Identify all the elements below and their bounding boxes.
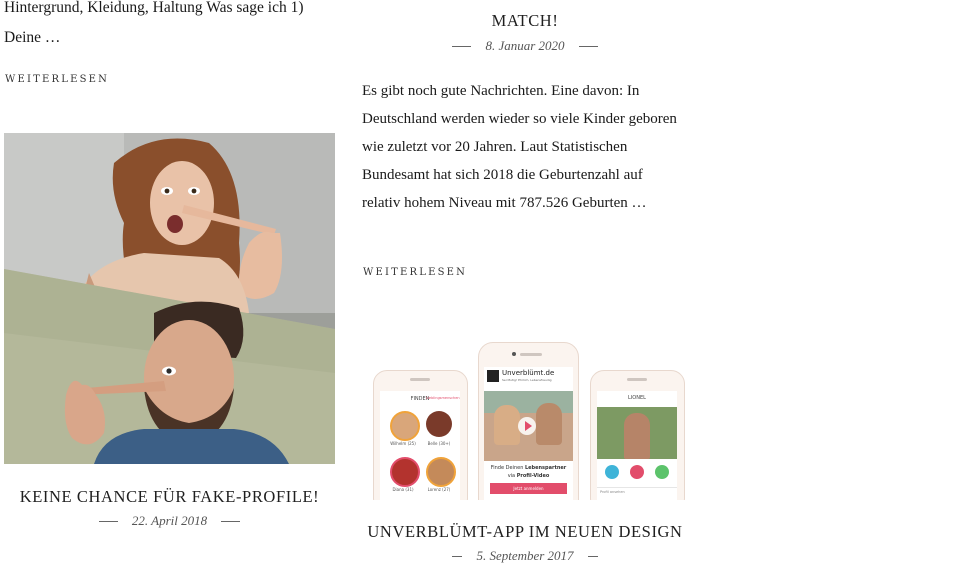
avatar (426, 457, 456, 487)
brand-name: Unverblümt.de (502, 369, 555, 377)
brand-logo-icon (487, 370, 499, 382)
caption-bold: Profil-Video (516, 473, 550, 479)
post-date-match: 8. Januar 2020 (362, 38, 688, 54)
person-shape (536, 403, 562, 445)
post-date-app-design: 5. September 2017 (362, 548, 688, 564)
post-title-app-design[interactable]: Unverblümt-App im neuen Design (362, 522, 688, 542)
pinocchio-photo (4, 133, 335, 464)
play-triangle (525, 421, 532, 431)
profile-label: Diana (31) (392, 487, 414, 492)
date-divider (98, 520, 118, 522)
dislike-icon[interactable] (630, 465, 644, 479)
date-divider (587, 555, 598, 557)
caption-text: Finde Deinen (490, 465, 524, 471)
post-excerpt-previous: Hintergrund, Kleidung, Haltung Was sage … (4, 0, 304, 46)
date-divider (452, 555, 463, 557)
phone-screen: LIONEL Profil ansehen (597, 391, 677, 500)
date-divider (452, 45, 472, 47)
phone-speaker (410, 378, 430, 381)
phone-left: FINDEN Lieblingsmenschen Wilhelm (25) Be… (373, 370, 468, 500)
phone-camera (512, 352, 516, 356)
date-text: 8. Januar 2020 (485, 38, 565, 53)
caption-text: via (507, 473, 516, 479)
phone-center: Unverblümt.de Sei Mutig! Ehrlich, Lebens… (478, 342, 579, 500)
phone-speaker (520, 353, 542, 356)
post-excerpt-match: Es gibt noch gute Nachrichten. Eine davo… (362, 83, 677, 211)
post-title-match[interactable]: MATCH! (362, 11, 688, 31)
date-divider (578, 45, 598, 47)
like-icon[interactable] (655, 465, 669, 479)
play-icon[interactable] (518, 417, 536, 435)
post-image-app-design[interactable]: FINDEN Lieblingsmenschen Wilhelm (25) Be… (362, 340, 688, 500)
post-title-fake-profile[interactable]: Keine Chance für Fake-Profile! (4, 487, 335, 507)
profile-label: Belle (30+) (427, 441, 451, 446)
video-thumbnail (484, 391, 573, 461)
profile-label: Wilhelm (25) (390, 441, 416, 446)
post-image-fake-profile[interactable] (4, 133, 335, 464)
person-shape (494, 405, 520, 445)
date-divider (221, 520, 241, 522)
brand-tagline: Sei Mutig! Ehrlich, Lebensfreudig (502, 378, 552, 382)
avatar (390, 457, 420, 487)
chat-icon[interactable] (605, 465, 619, 479)
person-shape (624, 413, 650, 459)
screen-subtext: Profil ansehen (600, 490, 625, 494)
read-more-link-match[interactable]: Weiterlesen (363, 267, 467, 278)
avatar (426, 411, 452, 437)
phone-speaker (627, 378, 647, 381)
profile-photo (597, 407, 677, 459)
screen-header: LIONEL (628, 395, 646, 401)
post-date-fake-profile: 22. April 2018 (4, 513, 335, 529)
phone-right: LIONEL Profil ansehen (590, 370, 685, 500)
signup-button[interactable]: Jetzt anmelden (490, 483, 567, 494)
profile-label: Lorenz (27) (427, 487, 451, 492)
divider (597, 487, 677, 488)
screen-tab: Lieblingsmenschen (426, 396, 460, 400)
avatar (390, 411, 420, 441)
screen-caption-line1: Finde Deinen Lebenspartner (484, 465, 573, 471)
phone-screen: FINDEN Lieblingsmenschen Wilhelm (25) Be… (380, 391, 460, 500)
phone-screen: Unverblümt.de Sei Mutig! Ehrlich, Lebens… (484, 367, 573, 500)
caption-bold: Lebenspartner (524, 465, 567, 471)
read-more-link-previous[interactable]: Weiterlesen (5, 74, 109, 85)
screen-caption-line2: via Profil-Video (484, 473, 573, 479)
date-text: 22. April 2018 (131, 513, 208, 528)
